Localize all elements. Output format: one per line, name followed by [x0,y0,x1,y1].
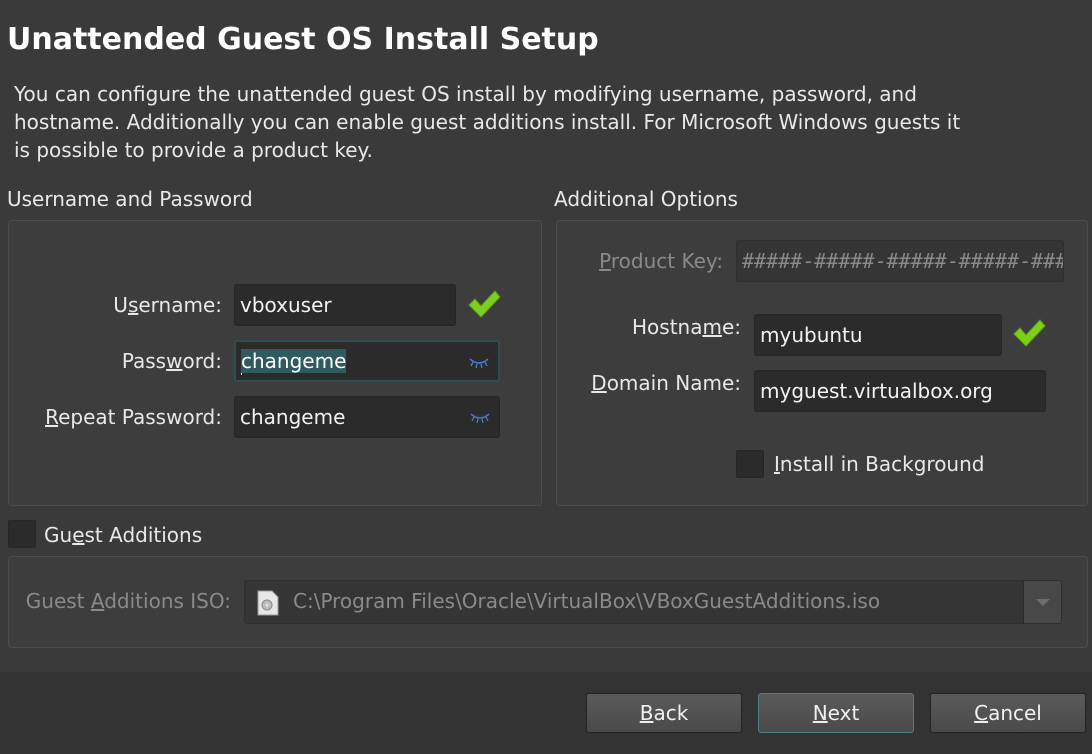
repeat-password-label: Repeat Password: [45,405,222,429]
check-icon [1013,319,1046,347]
back-button[interactable]: Back [586,693,742,733]
guest-additions-checkbox[interactable] [8,520,36,548]
guest-additions-iso-value: C:\Program Files\Oracle\VirtualBox\VBoxG… [293,589,881,613]
hostname-label: Hostname: [632,315,741,339]
domain-name-input[interactable]: myguest.virtualbox.org [754,370,1046,412]
guest-additions-iso-label: Guest Additions ISO: [25,589,231,613]
product-key-label: Product Key: [599,249,723,273]
chevron-down-icon[interactable] [1023,581,1061,623]
eye-icon[interactable] [469,409,491,425]
file-icon [257,590,279,616]
guest-additions-iso-combo[interactable]: C:\Program Files\Oracle\VirtualBox\VBoxG… [244,580,1062,624]
product-key-input[interactable]: #####-#####-#####-#####-##### [736,240,1064,282]
repeat-password-input[interactable]: changeme [234,396,500,438]
eye-icon[interactable] [468,354,490,370]
check-icon [468,290,501,318]
password-input[interactable]: changeme [234,340,500,382]
password-value: changeme [241,349,347,373]
guest-additions-label[interactable]: Guest Additions [44,523,202,547]
options-section-label: Additional Options [554,187,738,211]
footer-bar [0,672,1092,754]
next-button[interactable]: Next [758,693,914,733]
page-description: You can configure the unattended guest O… [14,82,961,162]
repeat-password-value: changeme [240,405,346,429]
username-input[interactable]: vboxuser [234,284,456,326]
install-background-label[interactable]: Install in Background [774,452,984,476]
password-label: Password: [121,349,222,373]
cancel-button[interactable]: Cancel [930,693,1086,733]
page-title: Unattended Guest OS Install Setup [7,22,599,57]
user-section-label: Username and Password [7,187,253,211]
hostname-input[interactable]: myubuntu [754,314,1002,356]
domain-name-label: Domain Name: [591,371,741,395]
install-background-checkbox[interactable] [736,450,764,478]
username-label: Username: [113,293,222,317]
